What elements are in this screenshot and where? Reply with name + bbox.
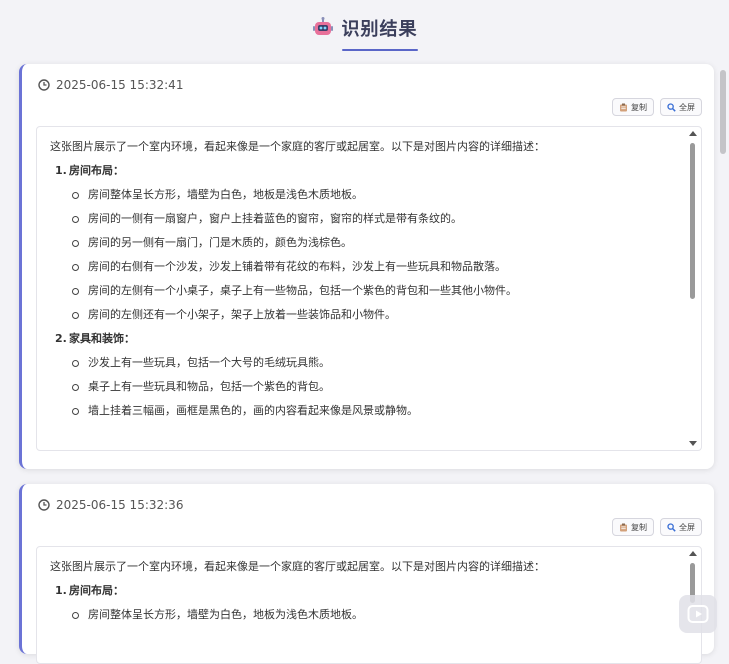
section-number: 1. bbox=[55, 164, 67, 177]
clipboard-icon bbox=[620, 523, 627, 531]
item-list: 房间整体呈长方形，墙壁为白色，地板是浅色木质地板。 房间的一侧有一扇窗户，窗户上… bbox=[50, 183, 671, 327]
copy-button[interactable]: 复制 bbox=[612, 518, 654, 536]
section-title: 房间布局： bbox=[69, 164, 124, 177]
result-intro: 这张图片展示了一个室内环境，看起来像是一个家庭的客厅或起居室。以下是对图片内容的… bbox=[50, 560, 545, 573]
result-content: 这张图片展示了一个室内环境，看起来像是一个家庭的客厅或起居室。以下是对图片内容的… bbox=[50, 555, 671, 627]
scroll-thumb[interactable] bbox=[690, 143, 695, 299]
page-scrollbar[interactable] bbox=[720, 70, 726, 154]
clock-icon bbox=[38, 499, 50, 511]
section-heading: 1. 房间布局： bbox=[55, 159, 671, 183]
result-card: 2025-06-15 15:32:41 复制 全屏 这张图片展示了一个室内环境，… bbox=[19, 64, 714, 469]
fullscreen-label: 全屏 bbox=[679, 522, 695, 532]
list-item: 墙上挂着三幅画，画框是黑色的，画的内容看起来像是风景或静物。 bbox=[72, 399, 671, 423]
timestamp-row: 2025-06-15 15:32:36 bbox=[38, 498, 183, 512]
card-actions: 复制 全屏 bbox=[612, 518, 702, 536]
list-item: 房间的左侧还有一个小架子，架子上放着一些装饰品和小物件。 bbox=[72, 303, 671, 327]
section-heading: 2. 家具和装饰： bbox=[55, 327, 671, 351]
scroll-up-arrow[interactable] bbox=[689, 131, 697, 136]
list-item: 桌子上有一些玩具和物品，包括一个紫色的背包。 bbox=[72, 375, 671, 399]
title-underline bbox=[341, 49, 418, 51]
scroll-down-arrow[interactable] bbox=[689, 441, 697, 446]
magnifier-icon bbox=[667, 102, 676, 112]
copy-label: 复制 bbox=[631, 522, 647, 532]
timestamp-row: 2025-06-15 15:32:41 bbox=[38, 78, 183, 92]
fullscreen-button[interactable]: 全屏 bbox=[660, 518, 702, 536]
play-icon bbox=[687, 605, 709, 623]
list-item: 房间整体呈长方形，墙壁为白色，地板为浅色木质地板。 bbox=[72, 603, 671, 627]
fullscreen-label: 全屏 bbox=[679, 102, 695, 112]
result-card: 2025-06-15 15:32:36 复制 全屏 这张图片展示了一个室内环境，… bbox=[19, 484, 714, 664]
list-item: 房间的右侧有一个沙发，沙发上铺着带有花纹的布料，沙发上有一些玩具和物品散落。 bbox=[72, 255, 671, 279]
item-list: 沙发上有一些玩具，包括一个大号的毛绒玩具熊。 桌子上有一些玩具和物品，包括一个紫… bbox=[50, 351, 671, 423]
section-heading: 1. 房间布局： bbox=[55, 579, 671, 603]
page-header: 识别结果 bbox=[0, 0, 729, 56]
fullscreen-button[interactable]: 全屏 bbox=[660, 98, 702, 116]
card-actions: 复制 全屏 bbox=[612, 98, 702, 116]
magnifier-icon bbox=[667, 522, 676, 532]
page-title: 识别结果 bbox=[341, 19, 418, 40]
list-item: 房间整体呈长方形，墙壁为白色，地板是浅色木质地板。 bbox=[72, 183, 671, 207]
result-content: 这张图片展示了一个室内环境，看起来像是一个家庭的客厅或起居室。以下是对图片内容的… bbox=[50, 135, 671, 423]
section-number: 2. bbox=[55, 332, 67, 345]
clipboard-icon bbox=[620, 103, 627, 111]
clock-icon bbox=[38, 79, 50, 91]
result-content-box[interactable]: 这张图片展示了一个室内环境，看起来像是一个家庭的客厅或起居室。以下是对图片内容的… bbox=[36, 126, 702, 451]
list-item: 房间的左侧有一个小桌子，桌子上有一些物品，包括一个紫色的背包和一些其他小物件。 bbox=[72, 279, 671, 303]
section-title: 家具和装饰： bbox=[69, 332, 135, 345]
timestamp: 2025-06-15 15:32:41 bbox=[56, 78, 184, 92]
result-intro: 这张图片展示了一个室内环境，看起来像是一个家庭的客厅或起居室。以下是对图片内容的… bbox=[50, 140, 545, 153]
scroll-up-arrow[interactable] bbox=[689, 551, 697, 556]
item-list: 房间整体呈长方形，墙壁为白色，地板为浅色木质地板。 bbox=[50, 603, 671, 627]
list-item: 房间的一侧有一扇窗户，窗户上挂着蓝色的窗帘，窗帘的样式是带有条纹的。 bbox=[72, 207, 671, 231]
list-item: 沙发上有一些玩具，包括一个大号的毛绒玩具熊。 bbox=[72, 351, 671, 375]
section-title: 房间布局： bbox=[69, 584, 124, 597]
robot-icon bbox=[312, 17, 333, 35]
copy-label: 复制 bbox=[631, 102, 647, 112]
content-scrollbar[interactable] bbox=[687, 129, 699, 448]
result-content-box[interactable]: 这张图片展示了一个室内环境，看起来像是一个家庭的客厅或起居室。以下是对图片内容的… bbox=[36, 546, 702, 664]
copy-button[interactable]: 复制 bbox=[612, 98, 654, 116]
timestamp: 2025-06-15 15:32:36 bbox=[56, 498, 184, 512]
section-number: 1. bbox=[55, 584, 67, 597]
play-button[interactable] bbox=[679, 595, 717, 633]
list-item: 房间的另一侧有一扇门，门是木质的，颜色为浅棕色。 bbox=[72, 231, 671, 255]
